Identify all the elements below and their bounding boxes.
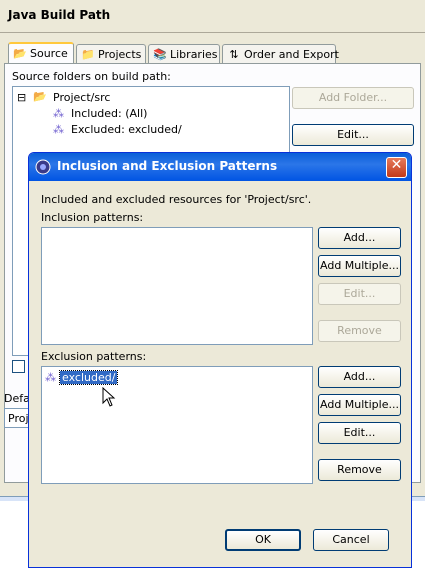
- exclusion-add-button[interactable]: Add...: [318, 366, 401, 388]
- tab-source[interactable]: 📂 Source: [8, 42, 74, 64]
- exclusion-edit-button[interactable]: Edit...: [318, 422, 401, 444]
- inclusion-patterns-list[interactable]: [41, 227, 313, 345]
- default-output-label: Defa: [4, 392, 30, 405]
- inclusion-exclusion-dialog: Inclusion and Exclusion Patterns ✕ Inclu…: [28, 152, 412, 568]
- tree-item-excluded[interactable]: Excluded: excluded/: [71, 123, 182, 136]
- dialog-description: Included and excluded resources for 'Pro…: [41, 193, 312, 206]
- inclusion-patterns-label: Inclusion patterns:: [41, 211, 144, 224]
- tree-collapse-icon[interactable]: ⊟: [17, 91, 26, 104]
- libraries-icon: 📚: [153, 48, 167, 61]
- dialog-title: Inclusion and Exclusion Patterns: [57, 159, 278, 173]
- allow-output-checkbox[interactable]: [12, 360, 25, 373]
- exclusion-patterns-label: Exclusion patterns:: [41, 350, 147, 363]
- add-folder-button[interactable]: Add Folder...: [292, 87, 414, 109]
- cancel-button[interactable]: Cancel: [313, 529, 389, 551]
- package-folder-icon: 📂: [33, 90, 47, 103]
- source-folders-label: Source folders on build path:: [12, 70, 171, 83]
- projects-icon: 📁: [81, 48, 95, 61]
- tab-libraries[interactable]: 📚 Libraries: [148, 44, 220, 64]
- list-item[interactable]: excluded/: [58, 370, 119, 385]
- inclusion-edit-button[interactable]: Edit...: [318, 283, 401, 305]
- exclusion-add-multiple-button[interactable]: Add Multiple...: [318, 394, 401, 416]
- tree-item-included[interactable]: Included: (All): [71, 107, 147, 120]
- tab-projects[interactable]: 📁 Projects: [76, 44, 146, 64]
- order-export-icon: ⇅: [229, 48, 239, 61]
- edit-button[interactable]: Edit...: [292, 124, 414, 146]
- exclusion-filter-icon: ⁂: [53, 123, 64, 136]
- source-folder-icon: 📂: [13, 47, 27, 60]
- tree-item-root[interactable]: Project/src: [53, 91, 110, 104]
- inclusion-filter-icon: ⁂: [53, 107, 64, 120]
- page-title: Java Build Path: [8, 8, 111, 22]
- close-icon[interactable]: ✕: [386, 157, 407, 178]
- dialog-app-icon: [35, 159, 51, 175]
- mouse-cursor-icon: [102, 386, 116, 409]
- tab-order-export[interactable]: ⇅ Order and Export: [222, 44, 339, 64]
- inclusion-remove-button[interactable]: Remove: [318, 320, 401, 342]
- inclusion-add-multiple-button[interactable]: Add Multiple...: [318, 255, 401, 277]
- page-title-bar: Java Build Path: [0, 0, 425, 33]
- ok-button[interactable]: OK: [225, 529, 301, 551]
- exclusion-filter-icon: ⁂: [45, 371, 56, 384]
- exclusion-patterns-list[interactable]: ⁂ excluded/: [41, 366, 313, 484]
- exclusion-remove-button[interactable]: Remove: [318, 459, 401, 481]
- inclusion-add-button[interactable]: Add...: [318, 227, 401, 249]
